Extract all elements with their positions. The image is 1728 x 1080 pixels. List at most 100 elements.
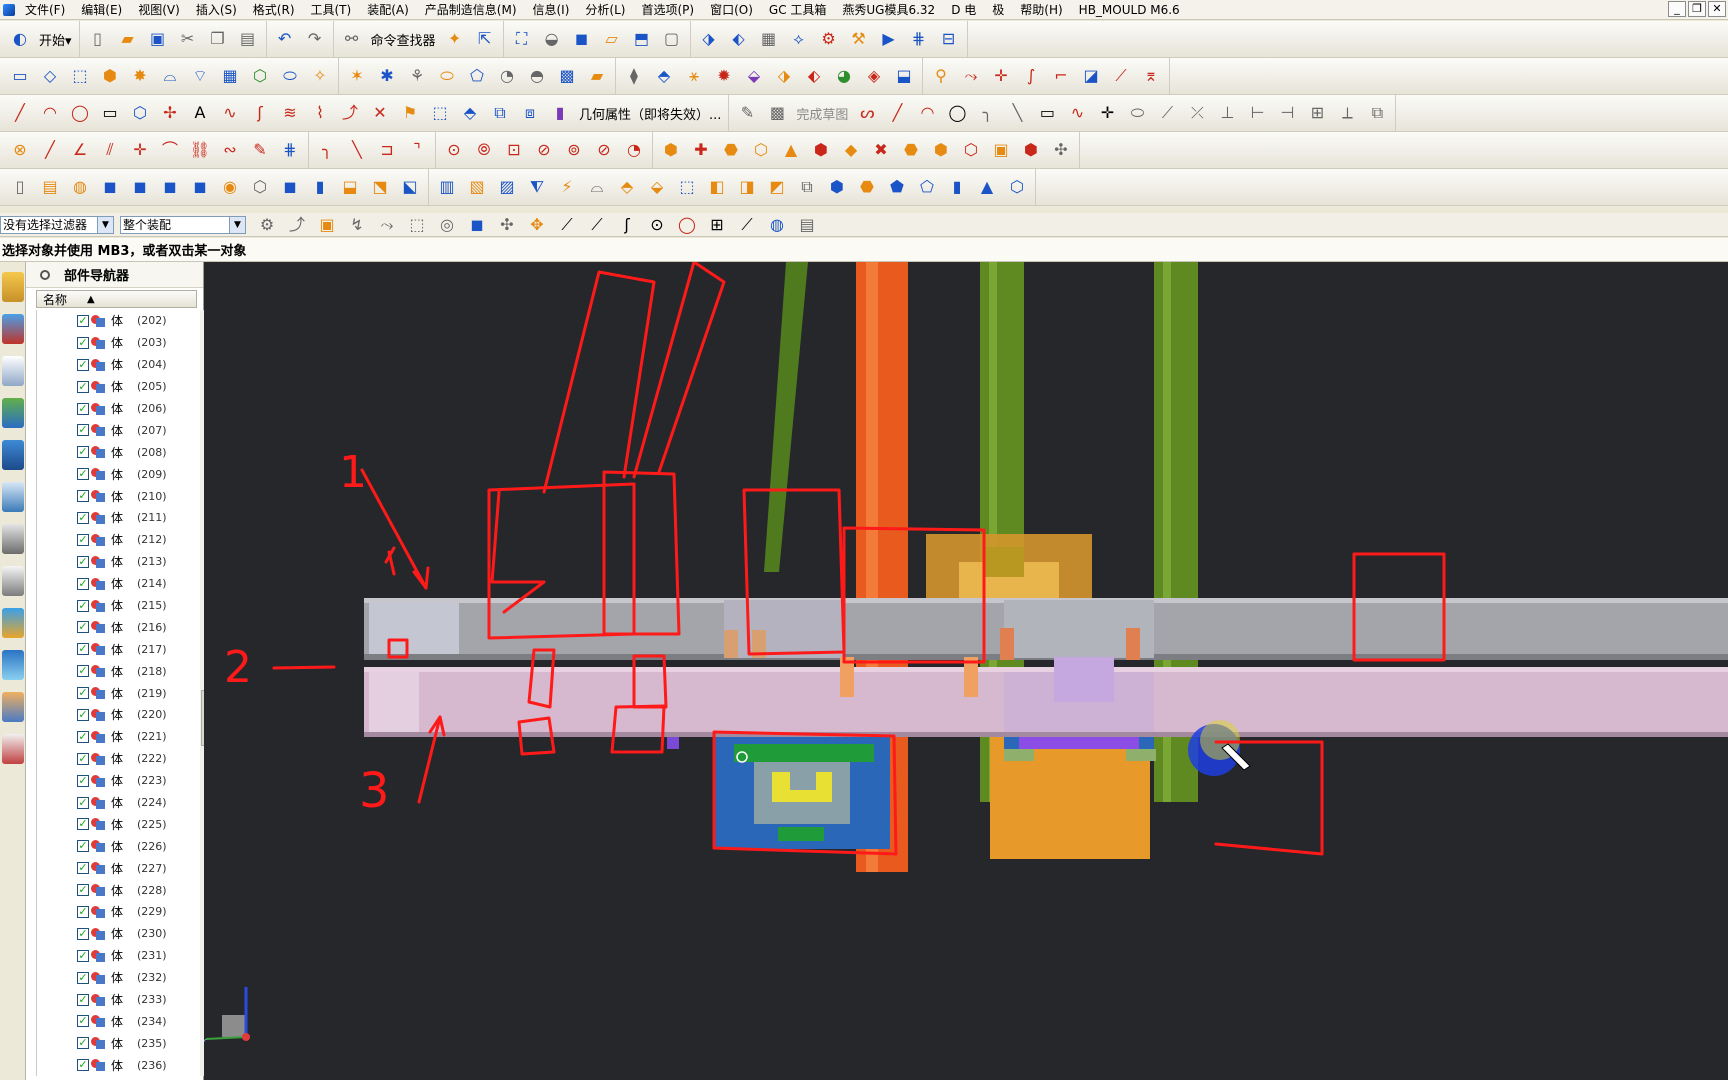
surface-thicken-icon[interactable]: ▰: [584, 63, 610, 89]
tree-row[interactable]: ✓ 体 (211): [37, 507, 192, 529]
tree-row[interactable]: ✓ 体 (228): [37, 879, 192, 901]
move-component-icon[interactable]: ⬖: [726, 26, 752, 52]
visibility-checkbox[interactable]: ✓: [77, 927, 89, 940]
draft-icon[interactable]: ⬚: [674, 174, 700, 200]
extrude-icon[interactable]: ▤: [37, 174, 63, 200]
snap-any-icon[interactable]: ✥: [524, 212, 550, 238]
column-header-name[interactable]: 名称 ▲: [36, 290, 197, 308]
surface-patch-icon[interactable]: ⬠: [464, 63, 490, 89]
edit-surface-8-icon[interactable]: ◕: [831, 63, 857, 89]
tree-row[interactable]: ✓ 体 (204): [37, 354, 192, 376]
circle-icon[interactable]: ◯: [67, 100, 93, 126]
polyhedron-icon[interactable]: ⬡: [1004, 174, 1030, 200]
tree-row[interactable]: ✓ 体 (207): [37, 419, 192, 441]
menu-assembly[interactable]: 装配(A): [359, 0, 417, 20]
body-select-icon[interactable]: ◼: [464, 212, 490, 238]
mold-9-icon[interactable]: ⬣: [898, 137, 924, 163]
snap-intersection-icon[interactable]: ʃ: [614, 212, 640, 238]
menu-ji[interactable]: 极: [984, 0, 1012, 20]
menu-hb-mould[interactable]: HB_MOULD M6.6: [1071, 0, 1188, 20]
tree-row[interactable]: ✓ 体 (227): [37, 857, 192, 879]
mold-6-icon[interactable]: ⬢: [808, 137, 834, 163]
mirror-curve-icon[interactable]: ⧉: [487, 100, 513, 126]
mirror-body-icon[interactable]: ⧉: [794, 174, 820, 200]
snap-endpoint-icon[interactable]: ✣: [494, 212, 520, 238]
cylinder-2-icon[interactable]: ▮: [944, 174, 970, 200]
deselect-icon[interactable]: ↯: [344, 212, 370, 238]
copy-icon[interactable]: ❐: [205, 26, 231, 52]
surface-mesh-icon[interactable]: ⬚: [67, 63, 93, 89]
tree-row[interactable]: ✓ 体 (229): [37, 901, 192, 923]
snap-pen-icon[interactable]: ✎: [247, 137, 273, 163]
tree-row[interactable]: ✓ 体 (212): [37, 529, 192, 551]
menu-file[interactable]: 文件(F): [17, 0, 73, 20]
curve-edit-1-icon[interactable]: ⚲: [928, 63, 954, 89]
sketch-circle-icon[interactable]: ◯: [944, 100, 970, 126]
menu-help[interactable]: 帮助(H): [1012, 0, 1070, 20]
surface-bridge-icon[interactable]: ⬭: [434, 63, 460, 89]
menu-format[interactable]: 格式(R): [245, 0, 303, 20]
mold-5-icon[interactable]: ▲: [778, 137, 804, 163]
constraint-navigator-icon[interactable]: [2, 314, 24, 344]
intersect-icon[interactable]: ▨: [494, 174, 520, 200]
visibility-checkbox[interactable]: ✓: [77, 971, 89, 984]
visibility-checkbox[interactable]: ✓: [77, 752, 89, 765]
edit-curve-1-icon[interactable]: ╮: [314, 137, 340, 163]
bridge-curve-icon[interactable]: ⌇: [307, 100, 333, 126]
process-studio-icon[interactable]: [2, 608, 24, 638]
table-icon[interactable]: ▦: [756, 26, 782, 52]
tree-row[interactable]: ✓ 体 (217): [37, 638, 192, 660]
mold-7-icon[interactable]: ◆: [838, 137, 864, 163]
tool-icon[interactable]: ⚒: [846, 26, 872, 52]
tree-row[interactable]: ✓ 体 (224): [37, 792, 192, 814]
visibility-checkbox[interactable]: ✓: [77, 336, 89, 349]
shell-icon[interactable]: ⬙: [644, 174, 670, 200]
snap-bounded-icon[interactable]: ▤: [794, 212, 820, 238]
thicken-icon[interactable]: ⬟: [884, 174, 910, 200]
menu-preferences[interactable]: 首选项(P): [633, 0, 702, 20]
open-folder-icon[interactable]: ▰: [115, 26, 141, 52]
curve-edit-2-icon[interactable]: ⤳: [958, 63, 984, 89]
pattern-icon[interactable]: ◩: [764, 174, 790, 200]
edit-surface-1-icon[interactable]: ⧫: [621, 63, 647, 89]
graphics-window[interactable]: 1 2 3 Y: [204, 262, 1728, 1080]
visibility-checkbox[interactable]: ✓: [77, 818, 89, 831]
edit-surface-5-icon[interactable]: ⬙: [741, 63, 767, 89]
tree-row[interactable]: ✓ 体 (236): [37, 1054, 192, 1076]
visibility-checkbox[interactable]: ✓: [77, 555, 89, 568]
edit-curve-4-icon[interactable]: ⌝: [404, 137, 430, 163]
pin-icon[interactable]: [40, 269, 50, 280]
mold-4-icon[interactable]: ⬡: [748, 137, 774, 163]
assembly-navigator-icon[interactable]: [2, 272, 24, 302]
tree-row[interactable]: ✓ 体 (205): [37, 376, 192, 398]
point-icon[interactable]: ✢: [157, 100, 183, 126]
sketch-dimension-icon[interactable]: ⊣: [1274, 100, 1300, 126]
circle-3pt-icon[interactable]: ⊘: [531, 137, 557, 163]
snap-grid-icon[interactable]: ⋕: [277, 137, 303, 163]
sketch-fillet-icon[interactable]: ╮: [974, 100, 1000, 126]
hd3d-tools-icon[interactable]: [2, 440, 24, 470]
visibility-checkbox[interactable]: ✓: [77, 424, 89, 437]
edit-surface-7-icon[interactable]: ⬖: [801, 63, 827, 89]
curve-edit-8-icon[interactable]: ⌆: [1138, 63, 1164, 89]
split-body-icon[interactable]: ⚡: [554, 174, 580, 200]
tree-row[interactable]: ✓ 体 (209): [37, 463, 192, 485]
menu-edit[interactable]: 编辑(E): [73, 0, 130, 20]
view-orient-icon[interactable]: ⬒: [629, 26, 655, 52]
slot-icon[interactable]: ⬓: [337, 174, 363, 200]
edit-surface-10-icon[interactable]: ⬓: [891, 63, 917, 89]
sort-ascending-icon[interactable]: ▲: [87, 294, 95, 305]
tree-row[interactable]: ✓ 体 (226): [37, 835, 192, 857]
menu-analysis[interactable]: 分析(L): [577, 0, 633, 20]
profile-icon[interactable]: ᔕ: [854, 100, 880, 126]
unite-icon[interactable]: ▥: [434, 174, 460, 200]
tree-row[interactable]: ✓ 体 (215): [37, 595, 192, 617]
snap-lock-icon[interactable]: ⊗: [7, 137, 33, 163]
surface-offset-icon[interactable]: ⬭: [277, 63, 303, 89]
measure-icon[interactable]: ⟡: [786, 26, 812, 52]
wrap-curve-icon[interactable]: ⬚: [427, 100, 453, 126]
tree-row[interactable]: ✓ 体 (234): [37, 1011, 192, 1033]
background-icon[interactable]: ▢: [659, 26, 685, 52]
pad-icon[interactable]: ▮: [307, 174, 333, 200]
cylinder-icon[interactable]: ◼: [127, 174, 153, 200]
